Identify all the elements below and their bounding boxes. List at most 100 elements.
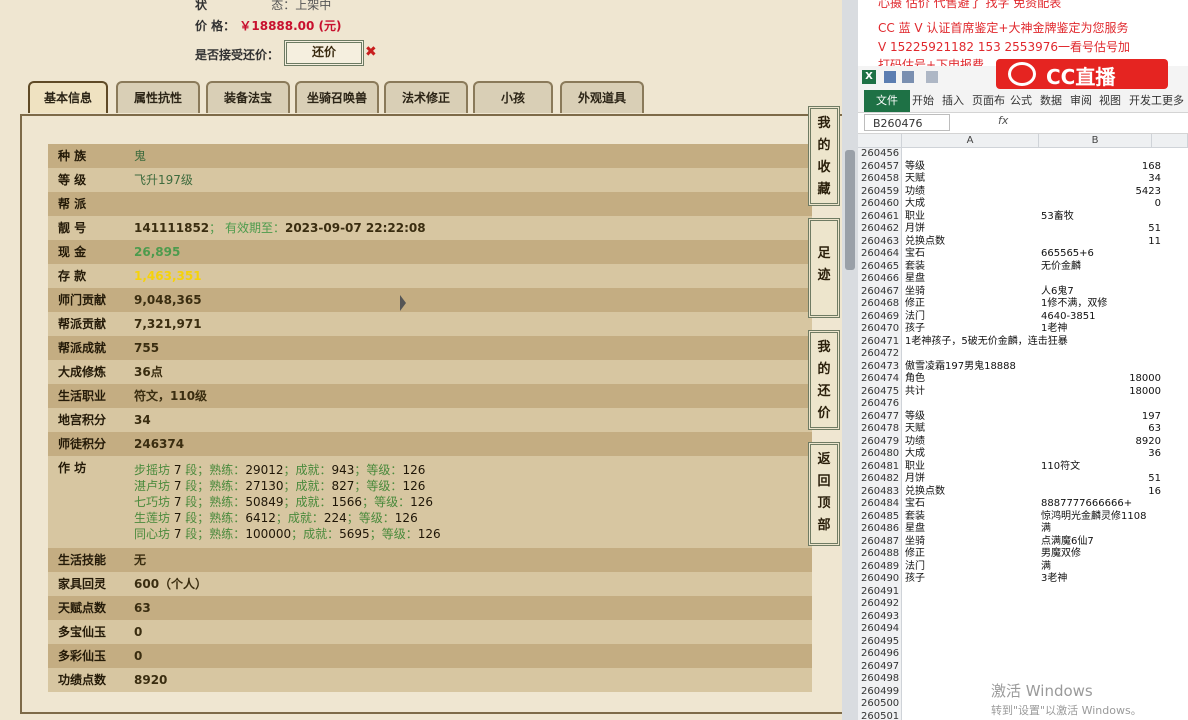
sheet-row[interactable]: 260484 宝石 8887777666666+ [858, 498, 1188, 511]
sheet-row[interactable]: 260496 [858, 648, 1188, 661]
row-number[interactable]: 260491 [858, 585, 902, 598]
sheet-row[interactable]: 260477 等级 197 [858, 410, 1188, 423]
row-number[interactable]: 260458 [858, 173, 902, 186]
cell-a[interactable]: 大成 [905, 448, 925, 460]
sheet-row[interactable]: 260469 法门 4640-3851 [858, 310, 1188, 323]
sheet-row[interactable]: 260493 [858, 610, 1188, 623]
row-number[interactable]: 260496 [858, 648, 902, 661]
cell-b[interactable]: 51 [1041, 223, 1161, 235]
row-number[interactable]: 260487 [858, 535, 902, 548]
row-number[interactable]: 260501 [858, 710, 902, 720]
name-box[interactable]: B260476 [864, 114, 950, 131]
tab-page-layout[interactable]: 页面布 [972, 90, 1005, 112]
sheet-row[interactable]: 260462 月饼 51 [858, 223, 1188, 236]
tab-equipment[interactable]: 装备法宝 [206, 81, 290, 113]
sheet-row[interactable]: 260467 坐骑 人6鬼7 [858, 285, 1188, 298]
row-number[interactable]: 260499 [858, 685, 902, 698]
scrollbar-thumb[interactable] [845, 150, 855, 270]
sheet-row[interactable]: 260497 [858, 660, 1188, 673]
bargain-button[interactable]: 还价 [284, 40, 364, 66]
row-number[interactable]: 260462 [858, 223, 902, 236]
sheet-row[interactable]: 260460 大成 0 [858, 198, 1188, 211]
cell-a[interactable]: 套装 [905, 261, 925, 273]
tab-home[interactable]: 开始 [912, 90, 934, 112]
cell-b[interactable]: 16 [1041, 486, 1161, 498]
bargain-close-icon[interactable]: ✖ [365, 44, 377, 60]
row-number[interactable]: 260483 [858, 485, 902, 498]
sheet-row[interactable]: 260461 职业 53畜牧 [858, 210, 1188, 223]
cell-b[interactable]: 8920 [1041, 436, 1161, 448]
column-header-a[interactable]: A [902, 134, 1039, 148]
row-number[interactable]: 260492 [858, 598, 902, 611]
cell-a[interactable]: 天赋 [905, 173, 925, 185]
sheet-row[interactable]: 260475 共计 18000 [858, 385, 1188, 398]
sheet-row[interactable]: 260457 等级 168 [858, 160, 1188, 173]
row-number[interactable]: 260470 [858, 323, 902, 336]
row-number[interactable]: 260489 [858, 560, 902, 573]
tab-mounts[interactable]: 坐骑召唤兽 [295, 81, 379, 113]
cell-a[interactable]: 月饼 [905, 223, 925, 235]
redo-icon[interactable] [926, 71, 938, 83]
cell-a[interactable]: 修正 [905, 548, 925, 560]
cell-b[interactable]: 18000 [1041, 373, 1161, 385]
cell-a[interactable]: 共计 [905, 386, 925, 398]
row-number[interactable]: 260460 [858, 198, 902, 211]
cell-a[interactable]: 傲雪凌霜197男鬼18888 [905, 361, 1016, 373]
row-number[interactable]: 260471 [858, 335, 902, 348]
tab-attributes[interactable]: 属性抗性 [116, 81, 200, 113]
sheet-row[interactable]: 260470 孩子 1老神 [858, 323, 1188, 336]
tab-more[interactable]: 更多 [1162, 90, 1184, 112]
cell-a[interactable]: 职业 [905, 461, 925, 473]
undo-icon[interactable] [902, 71, 914, 83]
row-number[interactable]: 260476 [858, 398, 902, 411]
tab-child[interactable]: 小孩 [473, 81, 553, 113]
cell-b[interactable]: 无价金麟 [1041, 261, 1161, 273]
row-number[interactable]: 260484 [858, 498, 902, 511]
footprint-button[interactable]: 足迹 [808, 218, 840, 318]
sheet-row[interactable]: 260482 月饼 51 [858, 473, 1188, 486]
cell-b[interactable]: 11 [1041, 236, 1161, 248]
sheet-row[interactable]: 260463 兑换点数 11 [858, 235, 1188, 248]
cell-a[interactable]: 功绩 [905, 186, 925, 198]
cell-a[interactable]: 宝石 [905, 498, 925, 510]
cell-a[interactable]: 等级 [905, 161, 925, 173]
cell-a[interactable]: 修正 [905, 298, 925, 310]
cell-b[interactable]: 1修不满，双修 [1041, 298, 1161, 310]
row-number[interactable]: 260475 [858, 385, 902, 398]
cell-b[interactable]: 点满魔6仙7 [1041, 536, 1161, 548]
cell-a[interactable]: 等级 [905, 411, 925, 423]
cell-b[interactable]: 51 [1041, 473, 1161, 485]
sheet-row[interactable]: 260490 孩子 3老神 [858, 573, 1188, 586]
row-number[interactable]: 260498 [858, 673, 902, 686]
column-header-c[interactable] [1152, 134, 1188, 148]
cell-b[interactable]: 18000 [1041, 386, 1161, 398]
row-number[interactable]: 260500 [858, 698, 902, 711]
row-number[interactable]: 260461 [858, 210, 902, 223]
row-number[interactable]: 260477 [858, 410, 902, 423]
sheet-row[interactable]: 260478 天赋 63 [858, 423, 1188, 436]
cell-a[interactable]: 星盘 [905, 523, 925, 535]
cell-a[interactable]: 1老神孩子，5破无价金麟，连击狂暴 [905, 336, 1068, 348]
sheet-row[interactable]: 260492 [858, 598, 1188, 611]
cell-b[interactable]: 满 [1041, 523, 1161, 535]
sheet-row[interactable]: 260459 功绩 5423 [858, 185, 1188, 198]
sheet-row[interactable]: 260471 1老神孩子，5破无价金麟，连击狂暴 [858, 335, 1188, 348]
row-number[interactable]: 260474 [858, 373, 902, 386]
sheet-row[interactable]: 260487 坐骑 点满魔6仙7 [858, 535, 1188, 548]
tab-view[interactable]: 视图 [1099, 90, 1121, 112]
row-number[interactable]: 260469 [858, 310, 902, 323]
save-icon[interactable] [884, 71, 896, 83]
sheet-row[interactable]: 260494 [858, 623, 1188, 636]
row-number[interactable]: 260494 [858, 623, 902, 636]
cell-a[interactable]: 星盘 [905, 273, 925, 285]
sheet-row[interactable]: 260468 修正 1修不满，双修 [858, 298, 1188, 311]
sheet-row[interactable]: 260456 [858, 148, 1188, 161]
sheet-row[interactable]: 260480 大成 36 [858, 448, 1188, 461]
sheet-row[interactable]: 260489 法门 满 [858, 560, 1188, 573]
sheet-row[interactable]: 260479 功绩 8920 [858, 435, 1188, 448]
cell-b[interactable]: 63 [1041, 423, 1161, 435]
cell-a[interactable]: 月饼 [905, 473, 925, 485]
cell-b[interactable]: 36 [1041, 448, 1161, 460]
cell-b[interactable]: 惊鸿明光金麟灵修1108 [1041, 511, 1161, 523]
cell-b[interactable]: 4640-3851 [1041, 311, 1161, 323]
